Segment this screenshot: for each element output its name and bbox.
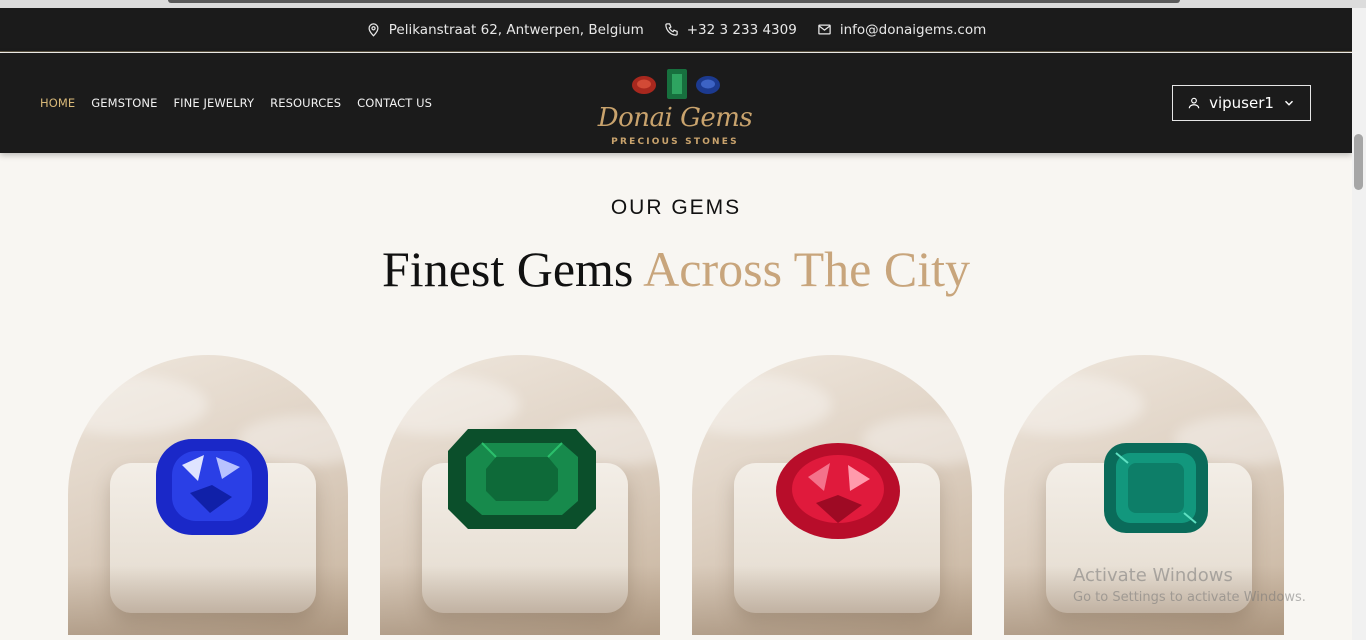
emerald-gem-icon: [448, 429, 596, 529]
card-shadow: [68, 565, 348, 635]
gem-card-sapphire[interactable]: [68, 355, 348, 635]
card-shadow: [380, 565, 660, 635]
sapphire-gem-icon: [156, 439, 268, 535]
watermark-line-2: Go to Settings to activate Windows.: [1073, 590, 1306, 605]
location-pin-icon: [368, 23, 379, 37]
ruby-gem-icon: [776, 443, 900, 539]
section-eyebrow: OUR GEMS: [610, 196, 742, 219]
fabric-highlight: [1004, 375, 1144, 435]
nav-item-resources[interactable]: RESOURCES: [270, 96, 341, 110]
phone-info[interactable]: +32 3 233 4309: [664, 22, 797, 38]
windows-activation-watermark: Activate Windows Go to Settings to activ…: [1073, 565, 1306, 605]
email-text[interactable]: info@donaigems.com: [840, 22, 986, 38]
tourmaline-gem-icon: [1104, 443, 1208, 533]
fabric-highlight: [68, 375, 208, 435]
contact-bar: Pelikanstraat 62, Antwerpen, Belgium +32…: [0, 8, 1352, 52]
title-accent: Across The City: [643, 241, 970, 297]
fabric-highlight: [692, 375, 832, 435]
gem-card-emerald[interactable]: [380, 355, 660, 635]
phone-icon: [664, 23, 678, 36]
nav-menu: HOME GEMSTONE FINE JEWELRY RESOURCES CON…: [40, 53, 432, 153]
user-icon: [1188, 97, 1200, 109]
logo-gems-icon: [632, 69, 720, 99]
email-info[interactable]: info@donaigems.com: [817, 22, 986, 38]
browser-chrome: [0, 0, 1366, 8]
logo-tagline: PRECIOUS STONES: [611, 137, 739, 147]
logo-name: Donai Gems: [597, 103, 753, 133]
nav-item-gemstone[interactable]: GEMSTONE: [91, 96, 157, 110]
phone-text[interactable]: +32 3 233 4309: [687, 22, 797, 38]
nav-item-contact-us[interactable]: CONTACT US: [357, 96, 432, 110]
scrollbar-thumb[interactable]: [1354, 134, 1363, 190]
gem-card-ruby[interactable]: [692, 355, 972, 635]
main-navbar: HOME GEMSTONE FINE JEWELRY RESOURCES CON…: [0, 53, 1352, 153]
chevron-down-icon: [1284, 100, 1293, 106]
address-info: Pelikanstraat 62, Antwerpen, Belgium: [366, 22, 644, 38]
card-shadow: [692, 565, 972, 635]
title-main: Finest Gems: [382, 241, 634, 297]
user-menu-button[interactable]: vipuser1: [1172, 85, 1311, 121]
section-title: Finest Gems Across The City: [0, 240, 1352, 298]
address-text: Pelikanstraat 62, Antwerpen, Belgium: [388, 21, 644, 38]
username-label: vipuser1: [1209, 94, 1274, 112]
mail-icon: [818, 24, 831, 35]
browser-tab-strip: [168, 0, 1180, 3]
nav-item-home[interactable]: HOME: [40, 96, 75, 110]
scrollbar-track[interactable]: [1352, 8, 1366, 640]
site-logo[interactable]: Donai Gems PRECIOUS STONES: [590, 63, 760, 153]
watermark-line-1: Activate Windows: [1073, 565, 1233, 586]
nav-item-fine-jewelry[interactable]: FINE JEWELRY: [173, 96, 254, 110]
